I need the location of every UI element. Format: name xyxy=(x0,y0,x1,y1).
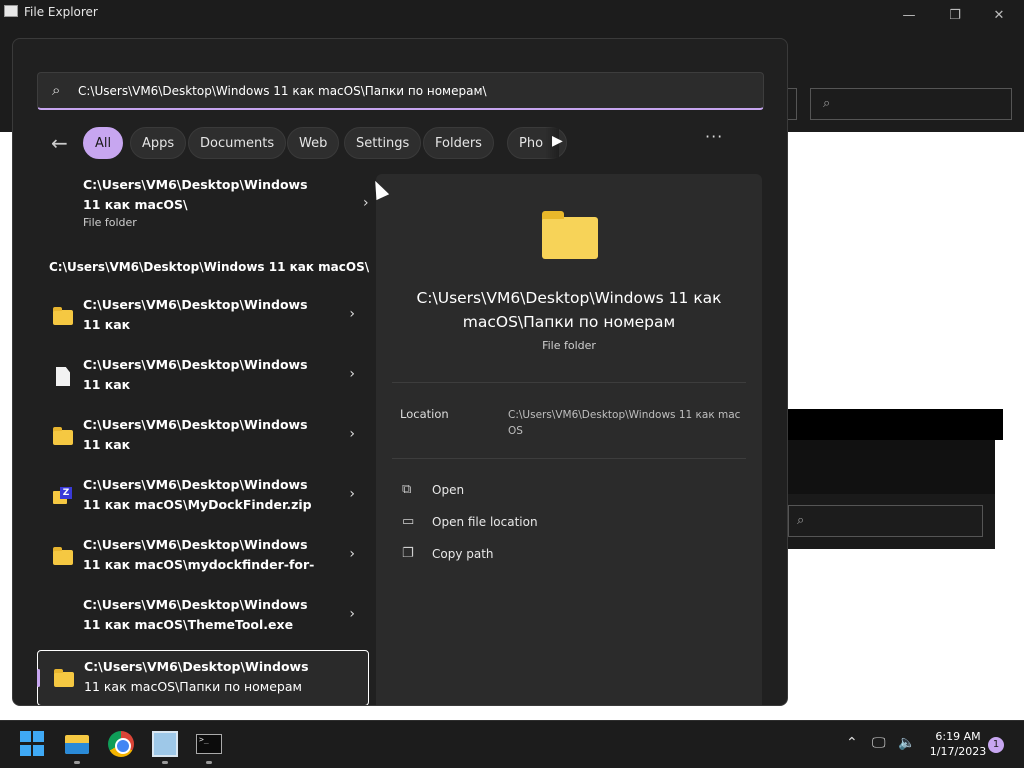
results-section-heading: C:\Users\VM6\Desktop\Windows 11 как macO… xyxy=(49,260,370,274)
network-icon[interactable]: 🖵 xyxy=(872,735,886,751)
list-item[interactable]: C:\Users\VM6\Desktop\Windows 11 как macO… xyxy=(37,529,369,585)
window-title: File Explorer xyxy=(24,5,98,19)
running-indicator xyxy=(162,761,168,764)
explorer-search-box[interactable]: ⌕ xyxy=(810,88,1012,120)
notification-badge[interactable]: 1 xyxy=(988,737,1004,753)
search-panel: ⌕ ← All Apps Documents Web Settings Fold… xyxy=(12,38,788,706)
title-bar: File Explorer — ❐ ✕ xyxy=(0,0,1024,30)
filter-chip-all[interactable]: All xyxy=(83,127,124,159)
chevron-right-icon[interactable]: › xyxy=(349,426,355,442)
best-match-subtitle: File folder xyxy=(83,216,137,229)
folder-icon xyxy=(53,427,73,445)
volume-icon[interactable]: 🔈 xyxy=(898,735,915,751)
clock-date: 1/17/2023 xyxy=(929,745,987,758)
open-file-location-action[interactable]: ▭ Open file location xyxy=(402,512,732,534)
clock[interactable]: 6:19 AM 1/17/2023 xyxy=(920,729,996,759)
more-filters-arrow-icon[interactable]: ▶ xyxy=(552,133,563,149)
start-button[interactable] xyxy=(20,731,46,757)
running-indicator xyxy=(74,761,80,764)
chevron-right-icon[interactable]: › xyxy=(363,195,369,211)
filter-chip-settings[interactable]: Settings xyxy=(344,127,422,159)
divider xyxy=(392,382,746,383)
search-box[interactable]: ⌕ xyxy=(37,72,764,110)
chrome-taskbar-icon[interactable] xyxy=(108,731,134,757)
dialog-search-box[interactable]: ⌕ xyxy=(788,505,983,537)
folder-icon xyxy=(54,669,74,687)
results-list: C:\Users\VM6\Desktop\Windows 11 как macO… xyxy=(13,169,373,705)
minimize-button[interactable]: — xyxy=(886,0,932,30)
list-item[interactable]: C:\Users\VM6\Desktop\Windows 11 как › xyxy=(37,409,369,465)
copy-icon: ❐ xyxy=(402,546,414,561)
filter-chip-folders[interactable]: Folders xyxy=(423,127,494,159)
chevron-up-icon[interactable]: ⌃ xyxy=(846,735,858,751)
copy-path-action[interactable]: ❐ Copy path xyxy=(402,544,732,566)
best-match-result[interactable]: C:\Users\VM6\Desktop\Windows 11 как macO… xyxy=(37,169,369,239)
chevron-right-icon[interactable]: › xyxy=(349,366,355,382)
running-indicator xyxy=(206,761,212,764)
exe-icon xyxy=(53,607,73,625)
folder-outline-icon: ▭ xyxy=(402,514,415,529)
filter-bar: ← All Apps Documents Web Settings Folder… xyxy=(37,127,757,161)
zip-icon: Z xyxy=(53,487,73,505)
terminal-taskbar-icon[interactable]: >_ xyxy=(196,734,222,754)
folder-icon xyxy=(53,307,73,325)
open-external-icon: ⧉ xyxy=(402,482,412,497)
close-button[interactable]: ✕ xyxy=(976,0,1022,30)
filter-chip-web[interactable]: Web xyxy=(287,127,340,159)
file-explorer-app-icon xyxy=(4,5,18,17)
divider xyxy=(392,458,746,459)
list-item[interactable]: Z C:\Users\VM6\Desktop\Windows 11 как ma… xyxy=(37,469,369,525)
chevron-right-icon[interactable]: › xyxy=(349,546,355,562)
chevron-right-icon[interactable]: › xyxy=(349,486,355,502)
resource-monitor-taskbar-icon[interactable] xyxy=(152,731,178,757)
best-match-title-line1: C:\Users\VM6\Desktop\Windows xyxy=(83,177,308,192)
preview-pane: C:\Users\VM6\Desktop\Windows 11 как macO… xyxy=(376,174,762,705)
open-action[interactable]: ⧉ Open xyxy=(402,480,732,502)
list-item[interactable]: C:\Users\VM6\Desktop\Windows 11 как › xyxy=(37,289,369,345)
clock-time: 6:19 AM xyxy=(935,730,981,743)
taskbar: >_ ⌃ 🖵 🔈 6:19 AM 1/17/2023 1 xyxy=(0,720,1024,768)
chevron-right-icon[interactable]: › xyxy=(349,306,355,322)
background-dialog-header xyxy=(787,409,1003,440)
filter-chip-documents[interactable]: Documents xyxy=(188,127,287,159)
file-icon xyxy=(53,367,73,386)
more-options-icon[interactable]: ··· xyxy=(705,127,723,146)
location-label: Location xyxy=(400,407,449,421)
chevron-right-icon[interactable]: › xyxy=(349,606,355,622)
list-item-selected[interactable]: C:\Users\VM6\Desktop\Windows 11 как macO… xyxy=(37,650,369,705)
list-item[interactable]: C:\Users\VM6\Desktop\Windows 11 как macO… xyxy=(37,589,369,645)
list-item[interactable]: C:\Users\VM6\Desktop\Windows 11 как › xyxy=(37,349,369,405)
back-arrow-icon[interactable]: ← xyxy=(51,131,68,155)
best-match-title-line2: 11 как macOS\ xyxy=(83,197,188,212)
maximize-button[interactable]: ❐ xyxy=(932,0,978,30)
search-input[interactable] xyxy=(78,79,748,103)
file-explorer-taskbar-icon[interactable] xyxy=(64,731,90,757)
folder-icon xyxy=(53,547,73,565)
folder-icon xyxy=(542,211,598,259)
search-icon: ⌕ xyxy=(52,81,61,99)
filter-chip-apps[interactable]: Apps xyxy=(130,127,187,159)
preview-type: File folder xyxy=(542,339,596,352)
search-icon: ⌕ xyxy=(797,513,805,528)
location-value: C:\Users\VM6\Desktop\Windows 11 как macO… xyxy=(508,409,741,437)
address-bar[interactable] xyxy=(787,88,797,120)
search-icon: ⌕ xyxy=(823,96,831,111)
preview-title: C:\Users\VM6\Desktop\Windows 11 как macO… xyxy=(416,289,722,331)
